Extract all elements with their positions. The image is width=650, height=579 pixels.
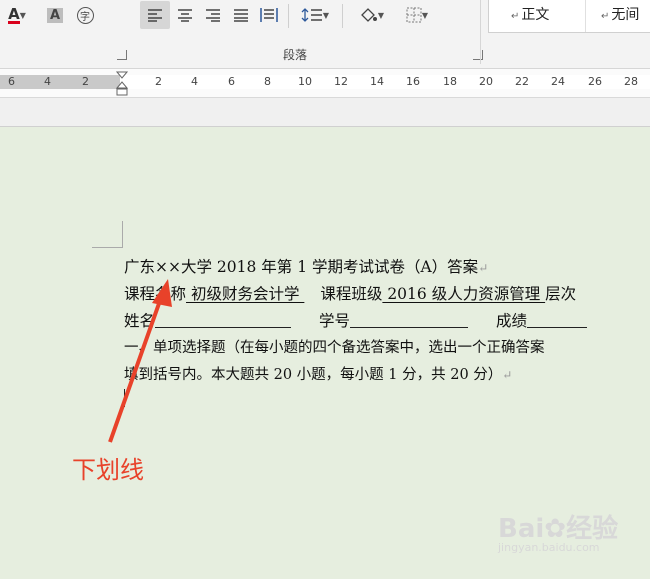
distributed-icon	[260, 8, 278, 22]
indent-marker-icon[interactable]	[115, 71, 129, 96]
ruler-number: 20	[479, 75, 493, 88]
align-right-button[interactable]	[200, 4, 226, 26]
style-label: 正文	[521, 7, 550, 23]
chevron-down-icon[interactable]: ▼	[20, 11, 26, 20]
paragraph-group-label: 段落	[283, 48, 308, 62]
group-separator	[480, 0, 481, 64]
line-spacing-button[interactable]: ▼	[294, 4, 336, 26]
align-left-icon	[148, 9, 162, 22]
ruler-number: 16	[406, 75, 420, 88]
doc-line-course: 课程名称 初级财务会计学 课程班级 2016 级人力资源管理 层次	[124, 282, 576, 304]
separator	[585, 0, 586, 32]
character-shading-button[interactable]: A	[44, 4, 66, 26]
enclose-character-icon: 字	[76, 6, 94, 24]
score-label: 成绩	[496, 312, 528, 330]
ruler-text-area	[120, 75, 650, 89]
justify-icon	[234, 9, 248, 22]
ruler-number: 2	[82, 75, 89, 88]
level-label: 层次	[545, 285, 577, 303]
align-right-icon	[206, 9, 220, 22]
paint-bucket-icon	[361, 8, 377, 22]
ruler-margin-left	[0, 75, 120, 89]
id-underline-blank[interactable]	[350, 313, 469, 328]
font-color-icon: A	[8, 4, 20, 24]
styles-gallery: ↵ 正文 ↵ 无间	[488, 0, 650, 33]
horizontal-ruler[interactable]: 6 4 2 2 4 6 8 10 12 14 16 18 20 22 24 26…	[0, 69, 650, 98]
chevron-down-icon[interactable]: ▼	[378, 11, 384, 20]
ruler-number: 12	[334, 75, 348, 88]
chevron-down-icon[interactable]: ▼	[323, 11, 329, 20]
borders-icon	[406, 7, 422, 23]
title-text: 广东××大学 2018 年第 1 学期考试试卷（A）答案	[124, 258, 479, 276]
align-center-button[interactable]	[172, 4, 198, 26]
paragraph-dialog-launcher-icon[interactable]	[473, 50, 483, 60]
annotation-arrow-icon	[108, 279, 172, 443]
distributed-button[interactable]	[256, 4, 282, 26]
instructions-text: 填到括号内。本大题共 20 小题，每小题 1 分，共 20 分）	[124, 367, 503, 383]
justify-button[interactable]	[228, 4, 254, 26]
ruler-number: 2	[155, 75, 162, 88]
separator	[342, 4, 343, 28]
score-underline-blank[interactable]	[527, 313, 588, 328]
font-color-button[interactable]: A ▼	[2, 4, 32, 26]
baidu-watermark: Bai✿经验 jingyan.baidu.com	[498, 508, 618, 554]
borders-button[interactable]: ▼	[396, 4, 438, 26]
margin-corner-mark	[92, 221, 123, 248]
id-label: 学号	[319, 312, 351, 330]
paragraph-mark-icon: ↵	[601, 11, 610, 22]
ruler-number: 4	[191, 75, 198, 88]
watermark-brand: Bai	[498, 514, 545, 544]
ruler-number: 8	[264, 75, 271, 88]
watermark-suffix: 经验	[566, 514, 619, 544]
chevron-down-icon[interactable]: ▼	[422, 11, 428, 20]
doc-line-instructions: 填到括号内。本大题共 20 小题，每小题 1 分，共 20 分）↵	[124, 363, 512, 384]
shading-button[interactable]: ▼	[350, 4, 392, 26]
ruler-number: 4	[44, 75, 51, 88]
ruler-number: 24	[551, 75, 565, 88]
ruler-number: 26	[588, 75, 602, 88]
font-dialog-launcher-icon[interactable]	[117, 50, 127, 60]
character-shading-icon: A	[46, 7, 64, 23]
doc-line-section: 一、单项选择题（在每小题的四个备选答案中，选出一个正确答案	[124, 340, 545, 356]
annotation-label: 下划线	[72, 456, 144, 484]
ruler-number: 6	[228, 75, 235, 88]
align-center-icon	[178, 9, 192, 22]
ruler-number: 14	[370, 75, 384, 88]
ruler-number: 10	[298, 75, 312, 88]
align-left-button[interactable]	[140, 1, 170, 29]
doc-line-student: 姓名 学号 成绩	[124, 309, 588, 331]
class-name: 2016 级人力资源管理	[382, 285, 546, 303]
ribbon: A ▼ A 字 ▼ ▼ ▼ 段落 ↵ 正文 ↵ 无间	[0, 0, 650, 69]
doc-line-title: 广东××大学 2018 年第 1 学期考试试卷（A）答案↵	[124, 255, 488, 277]
style-no-spacing[interactable]: ↵ 无间	[601, 4, 639, 24]
ruler-number: 6	[8, 75, 15, 88]
style-normal[interactable]: ↵ 正文	[511, 4, 549, 24]
paw-icon: ✿	[544, 514, 567, 544]
paragraph-mark-icon: ↵	[478, 261, 489, 275]
ruler-number: 18	[443, 75, 457, 88]
ruler-number: 22	[515, 75, 529, 88]
class-label: 课程班级	[320, 285, 383, 303]
style-label: 无间	[611, 7, 640, 23]
paragraph-mark-icon: ↵	[511, 11, 520, 22]
line-spacing-icon	[301, 8, 322, 22]
paragraph-mark-icon: ↵	[502, 368, 513, 382]
page-gap	[0, 98, 650, 127]
course-name: 初级财务会计学	[186, 285, 305, 303]
enclose-character-button[interactable]: 字	[74, 4, 96, 26]
separator	[288, 4, 289, 28]
ruler-number: 28	[624, 75, 638, 88]
